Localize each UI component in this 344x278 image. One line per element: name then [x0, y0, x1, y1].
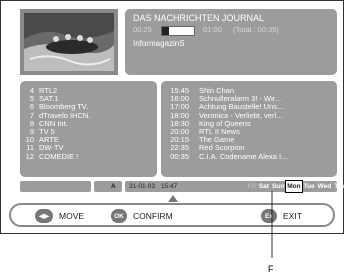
day-tue[interactable]: Tue	[302, 181, 316, 192]
left-right-arrows-icon: ◀▶	[35, 209, 53, 223]
program-start-time: 00:25	[133, 25, 152, 34]
program-genre: InformagazinS	[133, 39, 185, 48]
callout-label-f: F	[268, 264, 274, 274]
status-date-cell: 31-01-03 15:47 FriSatSunMonTueWedThu	[125, 180, 344, 193]
channel-list[interactable]: 4 RTL2 5 SAT.1 6 Bloomberg TV. 7 dTravelo IHCN.…	[20, 81, 157, 177]
channel-row[interactable]: 12 COMEDIE !	[20, 151, 90, 161]
rafting-photo-icon	[20, 9, 118, 75]
channel-preview-image	[20, 9, 118, 75]
status-letter-cell: A	[94, 181, 122, 192]
confirm-button[interactable]: OK CONFIRM	[111, 208, 173, 224]
program-progress-fill	[162, 27, 170, 35]
program-name: C.I.A. Codename Alexa I...	[199, 151, 288, 161]
program-row[interactable]: 00:35 C.I.A. Codename Alexa I...	[161, 151, 288, 161]
program-end-time: 01:00	[203, 25, 222, 34]
status-letter: A	[111, 183, 116, 190]
epg-screen: DAS NACHRICHTEN JOURNAL 00:25 01:00 (Tot…	[0, 0, 344, 234]
program-list[interactable]: 15:45 Shin Chan 16:00 Schnulleralarm 3! - W…	[161, 81, 337, 177]
move-button[interactable]: ◀▶ MOVE	[35, 208, 84, 224]
day-wed[interactable]: Wed	[316, 181, 333, 192]
program-time: 00:35	[170, 151, 189, 161]
day-mon[interactable]: Mon	[284, 180, 304, 193]
status-date: 31-01-03	[129, 183, 156, 190]
arrow-up-icon	[168, 195, 178, 202]
day-fri[interactable]: Fri	[246, 181, 257, 192]
program-title: DAS NACHRICHTEN JOURNAL	[133, 13, 265, 23]
program-info-panel: DAS NACHRICHTEN JOURNAL 00:25 01:00 (Tot…	[125, 9, 337, 75]
channel-name: COMEDIE !	[39, 151, 79, 161]
program-progress-bar	[161, 26, 195, 36]
confirm-label: CONFIRM	[133, 211, 173, 221]
day-thu[interactable]: Thu	[333, 181, 344, 192]
callout-line	[271, 191, 273, 258]
channel-number: 12	[25, 151, 34, 161]
move-label: MOVE	[59, 211, 85, 221]
program-total-duration: (Total : 00:35)	[233, 25, 279, 34]
ok-icon: OK	[111, 209, 127, 223]
status-bar: A 31-01-03 15:47 FriSatSunMonTueWedThu	[20, 180, 344, 193]
status-time: 15:47	[161, 183, 178, 190]
status-blank-cell	[20, 181, 91, 192]
